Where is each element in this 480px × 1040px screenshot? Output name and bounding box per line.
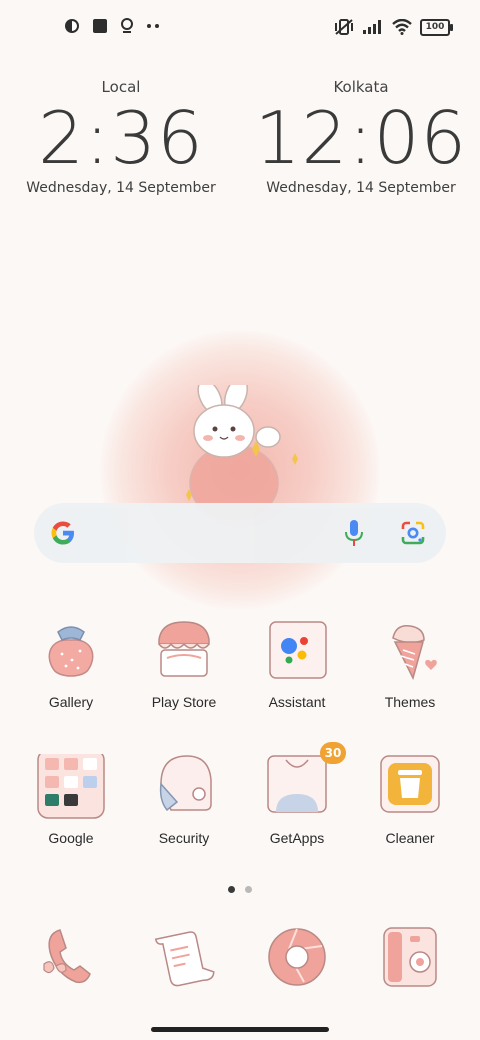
notes-icon[interactable] [150,924,216,990]
clock-local[interactable]: Local 2:36 Wednesday, 14 September [11,78,231,196]
more-dots-icon [147,24,159,28]
app-play-store[interactable]: Play Store [128,618,240,710]
clock-date: Wednesday, 14 September [26,180,216,196]
app-getapps[interactable]: 30 GetApps [241,742,353,846]
app-label: Google [48,830,94,846]
browser-icon[interactable] [264,924,330,990]
app-themes[interactable]: Themes [354,618,466,710]
lightbulb-icon [121,18,133,33]
app-folder-google[interactable]: Google [15,749,127,846]
google-g-icon [51,521,74,545]
app-label: Themes [384,694,436,710]
trash-icon [380,755,440,813]
camera-icon[interactable] [378,924,444,990]
page-dot[interactable] [245,886,252,893]
shop-icon [158,621,210,677]
app-security[interactable]: Security [128,754,240,846]
status-right-icons: 100 [334,18,453,36]
ice-cream-icon [392,625,437,681]
bag-icon [267,755,327,813]
wifi-icon [392,19,412,35]
app-label: Security [158,830,210,846]
clock-city: Local [101,78,141,96]
square-icon [93,19,107,33]
status-bar: 100 [0,14,480,42]
signal-icon [363,20,381,34]
google-search-bar[interactable] [34,503,446,563]
strawberry-icon [48,626,94,677]
app-label: Assistant [268,694,326,710]
shield-helmet-icon [159,755,212,812]
clock-time: 2:36 [38,96,204,180]
notification-badge: 30 [320,742,346,764]
app-label: Play Store [151,694,217,710]
assistant-icon [269,621,327,679]
battery-indicator: 100 [420,18,453,36]
app-label: Cleaner [385,830,435,846]
clock-time: 12:06 [254,96,468,180]
gesture-navigation-bar[interactable] [151,1027,329,1032]
status-left-icons [64,18,160,34]
page-dot-active[interactable] [228,886,235,893]
mic-icon[interactable] [344,519,364,547]
lens-icon[interactable] [400,520,426,546]
app-assistant[interactable]: Assistant [241,618,353,710]
vibrate-off-icon [335,19,353,35]
app-label: Gallery [48,694,94,710]
app-label: GetApps [269,830,325,846]
circle-half-icon [65,19,79,33]
page-indicator[interactable] [0,878,480,897]
phone-icon[interactable] [38,924,104,990]
bunny-illustration [186,385,298,520]
clock-date: Wednesday, 14 September [266,180,456,196]
folder-icon [37,749,105,819]
clock-kolkata[interactable]: Kolkata 12:06 Wednesday, 14 September [251,78,471,196]
app-gallery[interactable]: Gallery [15,618,127,710]
app-cleaner[interactable]: Cleaner [354,754,466,846]
clock-city: Kolkata [333,78,389,96]
